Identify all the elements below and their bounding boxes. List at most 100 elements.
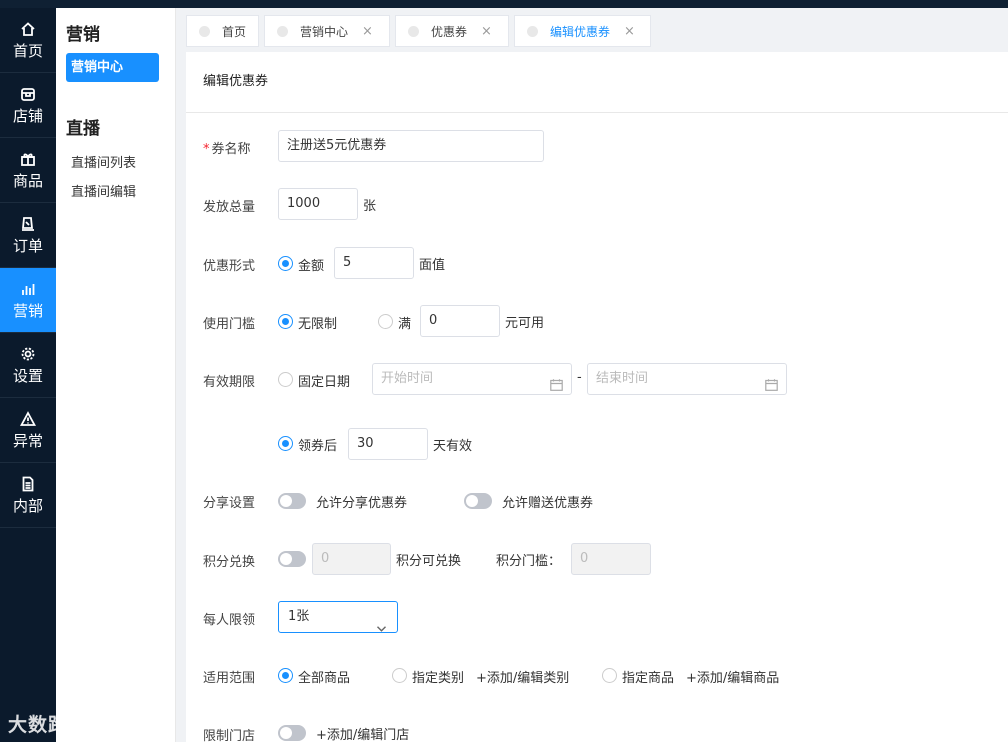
scope-label: 适用范围 bbox=[203, 671, 256, 686]
tab-dot-icon bbox=[199, 25, 210, 37]
validity-label: 有效期限 bbox=[203, 375, 256, 390]
amount-input[interactable]: 5 bbox=[334, 247, 414, 279]
page-title: 编辑优惠券 bbox=[203, 74, 269, 89]
nav-item-label: 店铺 bbox=[12, 107, 43, 125]
nav-item-goods[interactable]: 商品 bbox=[0, 138, 56, 203]
label-text: 券名称 bbox=[211, 142, 251, 157]
watermark-logo: 大数跨境 bbox=[8, 714, 89, 736]
close-icon[interactable]: × bbox=[481, 24, 492, 39]
calendar-icon bbox=[765, 373, 778, 391]
threshold-unit: 元可用 bbox=[505, 316, 545, 331]
specific-goods-label: 指定商品 bbox=[622, 671, 675, 686]
nav-item-store[interactable]: 店铺 bbox=[0, 73, 56, 138]
end-date-placeholder: 结束时间 bbox=[596, 371, 649, 386]
allow-gift-toggle[interactable] bbox=[464, 493, 492, 509]
nav-item-settings[interactable]: 设置 bbox=[0, 333, 56, 398]
specific-goods-radio[interactable] bbox=[602, 668, 617, 683]
all-goods-label: 全部商品 bbox=[298, 671, 351, 686]
main-nav: 首页 店铺 商品 订单 营销 设置 异常 内部 bbox=[0, 8, 56, 742]
gear-icon bbox=[19, 345, 37, 363]
nav-item-marketing[interactable]: 营销 bbox=[0, 268, 56, 333]
nav-item-internal[interactable]: 内部 bbox=[0, 463, 56, 528]
required-mark: * bbox=[203, 142, 210, 157]
home-icon bbox=[19, 20, 37, 38]
after-claim-radio[interactable] bbox=[278, 436, 293, 451]
top-bar bbox=[0, 0, 1008, 8]
total-quantity-label: 发放总量 bbox=[203, 200, 256, 215]
threshold-label: 使用门槛 bbox=[203, 317, 256, 332]
store-icon bbox=[19, 85, 37, 103]
tab-label: 营销中心 bbox=[300, 24, 349, 39]
store-limit-toggle[interactable] bbox=[278, 725, 306, 741]
full-amount-radio[interactable] bbox=[378, 314, 393, 329]
calendar-icon bbox=[550, 373, 563, 391]
amount-radio[interactable] bbox=[278, 256, 293, 271]
share-settings-label: 分享设置 bbox=[203, 496, 256, 511]
nav-item-label: 营销 bbox=[12, 302, 43, 320]
per-user-limit-label: 每人限领 bbox=[203, 613, 256, 628]
full-amount-label: 满 bbox=[398, 317, 412, 332]
valid-days-unit: 天有效 bbox=[433, 439, 473, 454]
fixed-date-label: 固定日期 bbox=[298, 375, 351, 390]
add-goods-link[interactable]: +添加/编辑商品 bbox=[686, 667, 779, 686]
points-input[interactable]: 0 bbox=[312, 543, 391, 575]
no-limit-radio[interactable] bbox=[278, 314, 293, 329]
gift-icon bbox=[19, 150, 37, 168]
chevron-down-icon bbox=[377, 614, 386, 632]
date-separator: - bbox=[577, 370, 582, 385]
nav-item-label: 设置 bbox=[12, 367, 43, 385]
per-user-limit-select[interactable]: 1张 bbox=[278, 601, 398, 633]
tab-marketing-center[interactable]: 营销中心 × bbox=[264, 15, 390, 47]
sidebar-group-title: 营销 bbox=[66, 25, 100, 45]
add-category-link[interactable]: +添加/编辑类别 bbox=[476, 667, 569, 686]
points-threshold-label: 积分门槛： bbox=[496, 554, 562, 569]
allow-gift-label: 允许赠送优惠券 bbox=[502, 496, 594, 511]
tab-label: 编辑优惠券 bbox=[550, 24, 611, 39]
sidebar-item-live-edit[interactable]: 直播间编辑 bbox=[71, 181, 136, 200]
nav-item-label: 首页 bbox=[12, 42, 43, 60]
start-date-input[interactable]: 开始时间 bbox=[372, 363, 572, 395]
order-icon bbox=[19, 215, 37, 233]
amount-unit: 面值 bbox=[419, 258, 446, 273]
category-radio[interactable] bbox=[392, 668, 407, 683]
sidebar-item-live-list[interactable]: 直播间列表 bbox=[71, 152, 136, 171]
points-exchange-toggle[interactable] bbox=[278, 551, 306, 567]
coupon-name-label: * 券名称 bbox=[203, 138, 251, 157]
tab-home[interactable]: 首页 bbox=[186, 15, 259, 47]
coupon-name-input[interactable]: 注册送5元优惠券 bbox=[278, 130, 544, 162]
nav-item-label: 商品 bbox=[12, 172, 43, 190]
threshold-input[interactable]: 0 bbox=[420, 305, 500, 337]
nav-item-orders[interactable]: 订单 bbox=[0, 203, 56, 268]
warning-icon bbox=[19, 410, 37, 428]
points-threshold-input[interactable]: 0 bbox=[571, 543, 651, 575]
nav-item-exceptions[interactable]: 异常 bbox=[0, 398, 56, 463]
amount-radio-label: 金额 bbox=[298, 259, 325, 274]
all-goods-radio[interactable] bbox=[278, 668, 293, 683]
allow-share-toggle[interactable] bbox=[278, 493, 306, 509]
tab-dot-icon bbox=[408, 25, 419, 37]
add-store-link[interactable]: +添加/编辑门店 bbox=[316, 724, 409, 742]
end-date-input[interactable]: 结束时间 bbox=[587, 363, 787, 395]
nav-item-label: 内部 bbox=[12, 497, 43, 515]
store-limit-label: 限制门店 bbox=[203, 729, 256, 742]
main-panel: 编辑优惠券 * 券名称 注册送5元优惠券 发放总量 1000 张 优惠形式 金额 … bbox=[186, 52, 1008, 742]
total-quantity-input[interactable]: 1000 bbox=[278, 188, 358, 220]
points-text: 积分可兑换 bbox=[396, 554, 462, 569]
tab-label: 首页 bbox=[222, 24, 247, 39]
tab-edit-coupon[interactable]: 编辑优惠券 × bbox=[514, 15, 651, 47]
after-claim-label: 领券后 bbox=[298, 439, 338, 454]
fixed-date-radio[interactable] bbox=[278, 372, 293, 387]
sidebar-group-title: 直播 bbox=[66, 119, 100, 139]
close-icon[interactable]: × bbox=[624, 24, 635, 39]
sidebar-item-marketing-center[interactable]: 营销中心 bbox=[66, 53, 159, 82]
close-icon[interactable]: × bbox=[362, 24, 373, 39]
per-user-limit-value: 1张 bbox=[288, 609, 310, 624]
nav-item-home[interactable]: 首页 bbox=[0, 8, 56, 73]
tab-coupons[interactable]: 优惠券 × bbox=[395, 15, 509, 47]
nav-item-label: 订单 bbox=[12, 237, 43, 255]
document-icon bbox=[19, 475, 37, 493]
valid-days-input[interactable]: 30 bbox=[348, 428, 428, 460]
discount-type-label: 优惠形式 bbox=[203, 259, 256, 274]
start-date-placeholder: 开始时间 bbox=[381, 371, 434, 386]
tab-bar: 首页 营销中心 × 优惠券 × 编辑优惠券 × bbox=[186, 15, 656, 47]
